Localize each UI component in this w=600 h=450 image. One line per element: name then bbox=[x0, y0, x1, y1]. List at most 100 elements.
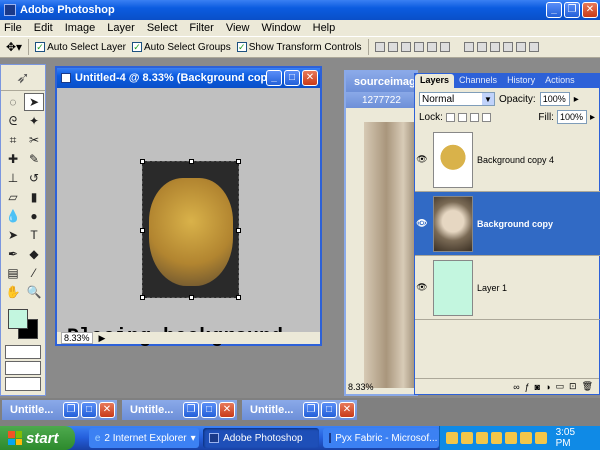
menu-edit[interactable]: Edit bbox=[34, 22, 53, 34]
slice-tool-icon[interactable]: ✂ bbox=[24, 131, 44, 149]
transform-handle[interactable] bbox=[140, 159, 145, 164]
restore-button[interactable]: ❐ bbox=[564, 2, 580, 18]
distribute-center-icon[interactable] bbox=[515, 42, 526, 52]
transform-handle[interactable] bbox=[189, 159, 194, 164]
tray-icon[interactable] bbox=[534, 432, 547, 444]
placed-image[interactable] bbox=[140, 159, 241, 300]
align-top-icon[interactable] bbox=[374, 42, 385, 52]
transform-handle[interactable] bbox=[236, 228, 241, 233]
maximize-button[interactable]: □ bbox=[321, 402, 337, 418]
maximize-button[interactable]: □ bbox=[284, 70, 300, 86]
tab-history[interactable]: History bbox=[502, 74, 540, 88]
opacity-slider-arrow-icon[interactable]: ▸ bbox=[574, 94, 579, 105]
eyedropper-tool-icon[interactable]: ⁄ bbox=[24, 264, 44, 282]
document-title-bar[interactable]: sourceimag bbox=[346, 72, 416, 92]
crop-tool-icon[interactable]: ⌗ bbox=[3, 131, 23, 149]
eye-icon[interactable]: 👁 bbox=[415, 282, 429, 293]
distribute-top-icon[interactable] bbox=[463, 42, 474, 52]
new-group-icon[interactable]: ▭ bbox=[556, 381, 565, 392]
status-arrow-icon[interactable]: ▶ bbox=[99, 333, 106, 344]
fill-input[interactable]: 100% bbox=[556, 110, 587, 124]
close-button[interactable]: ✕ bbox=[582, 2, 598, 18]
transform-handle[interactable] bbox=[140, 295, 145, 300]
document-window-sourceimage[interactable]: sourceimag 1277722 8.33% bbox=[344, 70, 420, 396]
tray-icon[interactable] bbox=[461, 432, 473, 444]
layer-style-icon[interactable]: ƒ bbox=[525, 382, 530, 392]
maximize-button[interactable]: □ bbox=[81, 402, 97, 418]
lock-position-checkbox[interactable] bbox=[469, 112, 479, 122]
zoom-tool-icon[interactable]: 🔍 bbox=[24, 283, 44, 301]
restore-button[interactable]: ❐ bbox=[63, 402, 79, 418]
close-button[interactable]: ✕ bbox=[339, 402, 355, 418]
transform-handle[interactable] bbox=[236, 295, 241, 300]
hand-tool-icon[interactable]: ✋ bbox=[3, 283, 23, 301]
start-button[interactable]: start bbox=[0, 426, 75, 450]
brush-tool-icon[interactable]: ✎ bbox=[24, 150, 44, 168]
eye-icon[interactable]: 👁 bbox=[415, 218, 429, 229]
healing-brush-icon[interactable]: ✚ bbox=[3, 150, 23, 168]
minimize-button[interactable]: _ bbox=[266, 70, 282, 86]
menu-window[interactable]: Window bbox=[262, 22, 301, 34]
layer-mask-icon[interactable]: ◙ bbox=[535, 382, 540, 392]
color-swatches[interactable] bbox=[4, 307, 42, 341]
distribute-bottom-icon[interactable] bbox=[489, 42, 500, 52]
tray-icon[interactable] bbox=[490, 432, 503, 444]
document-window-untitled-4[interactable]: Untitled-4 @ 8.33% (Background copy, ...… bbox=[55, 66, 322, 349]
tray-icon[interactable] bbox=[446, 432, 459, 444]
transform-handle[interactable] bbox=[140, 228, 145, 233]
document-title-bar[interactable]: Untitled-4 @ 8.33% (Background copy, ...… bbox=[57, 68, 320, 88]
taskbar-item-photoshop[interactable]: Adobe Photoshop bbox=[203, 428, 320, 448]
eraser-tool-icon[interactable]: ▱ bbox=[3, 188, 23, 206]
auto-select-layer-checkbox[interactable]: ✓ Auto Select Layer bbox=[35, 42, 126, 53]
menu-help[interactable]: Help bbox=[313, 22, 336, 34]
new-layer-icon[interactable]: ⊡ bbox=[569, 381, 577, 392]
layer-row[interactable]: 👁 Background copy 4 bbox=[415, 128, 600, 192]
tray-icon[interactable] bbox=[520, 432, 532, 444]
distribute-middle-icon[interactable] bbox=[476, 42, 487, 52]
adjustment-layer-icon[interactable]: ◑ bbox=[545, 382, 550, 392]
show-transform-controls-checkbox[interactable]: ✓ Show Transform Controls bbox=[236, 42, 362, 53]
jump-to-imageready-button[interactable] bbox=[5, 377, 41, 391]
eye-icon[interactable]: 👁 bbox=[415, 154, 429, 165]
notes-tool-icon[interactable]: ▤ bbox=[3, 264, 23, 282]
tray-icon[interactable] bbox=[475, 432, 488, 444]
link-layers-icon[interactable]: ∞ bbox=[513, 382, 519, 392]
dodge-tool-icon[interactable]: ● bbox=[24, 207, 44, 225]
distribute-left-icon[interactable] bbox=[502, 42, 513, 52]
restore-button[interactable]: ❐ bbox=[303, 402, 319, 418]
minimized-window[interactable]: Untitle... ❐ □ ✕ bbox=[2, 400, 117, 420]
canvas[interactable]: Placing background bbox=[57, 88, 320, 349]
blend-mode-select[interactable]: Normal ▼ bbox=[419, 92, 495, 106]
zoom-level[interactable]: 8.33% bbox=[348, 382, 374, 392]
menu-file[interactable]: File bbox=[4, 22, 22, 34]
close-button[interactable]: ✕ bbox=[219, 402, 235, 418]
transform-handle[interactable] bbox=[236, 159, 241, 164]
layer-row[interactable]: 👁 Background copy bbox=[415, 192, 600, 256]
tab-channels[interactable]: Channels bbox=[454, 74, 502, 88]
magic-wand-tool-icon[interactable]: ✦ bbox=[24, 112, 44, 130]
distribute-right-icon[interactable] bbox=[528, 42, 539, 52]
tab-layers[interactable]: Layers bbox=[415, 74, 455, 88]
close-button[interactable]: ✕ bbox=[99, 402, 115, 418]
minimize-button[interactable]: _ bbox=[546, 2, 562, 18]
opacity-input[interactable]: 100% bbox=[539, 92, 570, 106]
align-left-icon[interactable] bbox=[413, 42, 424, 52]
menu-image[interactable]: Image bbox=[65, 22, 96, 34]
tab-actions[interactable]: Actions bbox=[540, 74, 580, 88]
align-middle-icon[interactable] bbox=[387, 42, 398, 52]
shape-tool-icon[interactable]: ◆ bbox=[24, 245, 44, 263]
pen-tool-icon[interactable]: ✒ bbox=[3, 245, 23, 263]
lock-transparency-checkbox[interactable] bbox=[445, 112, 455, 122]
lasso-tool-icon[interactable]: ᘓ bbox=[3, 112, 23, 130]
align-center-icon[interactable] bbox=[426, 42, 437, 52]
screen-mode-button[interactable] bbox=[5, 361, 41, 375]
auto-select-groups-checkbox[interactable]: ✓ Auto Select Groups bbox=[132, 42, 231, 53]
menu-view[interactable]: View bbox=[226, 22, 250, 34]
blur-tool-icon[interactable]: 💧 bbox=[3, 207, 23, 225]
history-brush-icon[interactable]: ↺ bbox=[24, 169, 44, 187]
fill-slider-arrow-icon[interactable]: ▸ bbox=[590, 112, 595, 123]
lock-all-checkbox[interactable] bbox=[481, 112, 491, 122]
tray-icon[interactable] bbox=[505, 432, 518, 444]
zoom-level[interactable]: 8.33% bbox=[61, 332, 93, 344]
close-button[interactable]: ✕ bbox=[302, 70, 318, 86]
